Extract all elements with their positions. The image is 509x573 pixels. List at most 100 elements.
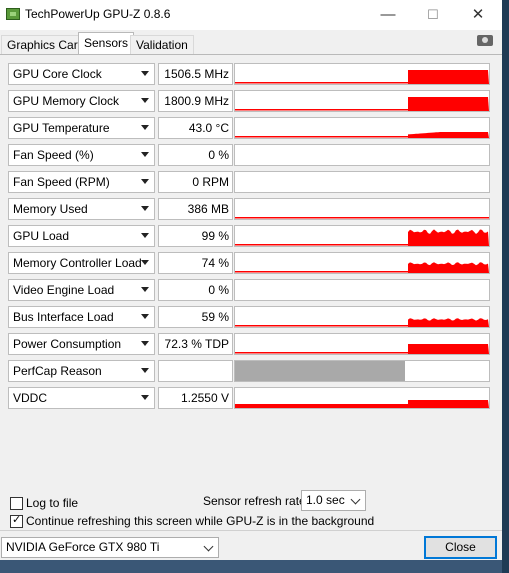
sensor-name-dropdown[interactable]: GPU Memory Clock: [8, 90, 155, 112]
dropdown-arrow-icon: [141, 233, 149, 238]
dropdown-arrow-icon: [141, 314, 149, 319]
maximize-button[interactable]: ☐: [413, 4, 453, 26]
tab-validation[interactable]: Validation: [130, 35, 194, 54]
sensor-graph: [234, 387, 490, 409]
sensor-value: [158, 360, 233, 382]
dropdown-arrow-icon: [141, 260, 149, 265]
sensor-name-dropdown[interactable]: GPU Core Clock: [8, 63, 155, 85]
sensor-name-dropdown[interactable]: GPU Temperature: [8, 117, 155, 139]
sensor-row: VDDC 1.2550 V: [8, 387, 492, 409]
sensor-name-dropdown[interactable]: PerfCap Reason: [8, 360, 155, 382]
refresh-rate-select[interactable]: 1.0 sec: [301, 490, 366, 511]
chevron-down-icon: [203, 541, 214, 552]
sensor-graph: [234, 144, 490, 166]
sensor-graph: [234, 225, 490, 247]
close-window-button[interactable]: ✕: [458, 4, 498, 26]
sensor-graph: [234, 252, 490, 274]
sensor-graph: [234, 63, 490, 85]
sensor-graph: [234, 360, 490, 382]
sensor-name-dropdown[interactable]: Memory Used: [8, 198, 155, 220]
sensor-name-dropdown[interactable]: Bus Interface Load: [8, 306, 155, 328]
sensor-name-dropdown[interactable]: Memory Controller Load: [8, 252, 155, 274]
gpuz-app-icon: [6, 8, 20, 20]
gpu-select-value: NVIDIA GeForce GTX 980 Ti: [6, 540, 160, 554]
sensor-row: Fan Speed (RPM) 0 RPM: [8, 171, 492, 193]
sensor-name-dropdown[interactable]: GPU Load: [8, 225, 155, 247]
sensor-name-label: GPU Core Clock: [13, 67, 102, 81]
sensor-value: 386 MB: [158, 198, 233, 220]
dropdown-arrow-icon: [141, 125, 149, 130]
dropdown-arrow-icon: [141, 152, 149, 157]
chevron-down-icon: [350, 494, 361, 505]
sensor-value: 43.0 °C: [158, 117, 233, 139]
continue-refresh-checkbox[interactable]: [10, 513, 23, 528]
camera-icon[interactable]: [477, 35, 493, 46]
minimize-button[interactable]: —: [368, 4, 408, 26]
sensor-row: Power Consumption 72.3 % TDP: [8, 333, 492, 355]
sensor-value: 72.3 % TDP: [158, 333, 233, 355]
sensor-row: Memory Controller Load 74 %: [8, 252, 492, 274]
sensor-graph: [234, 171, 490, 193]
sensor-graph: [234, 117, 490, 139]
sensor-name-label: Memory Used: [13, 202, 88, 216]
log-to-file-label: Log to file: [26, 496, 79, 510]
tab-bar: Graphics Card Sensors Validation: [0, 32, 502, 55]
refresh-rate-value: 1.0 sec: [306, 493, 345, 507]
sensor-row: Bus Interface Load 59 %: [8, 306, 492, 328]
log-to-file-checkbox[interactable]: [10, 497, 23, 510]
dropdown-arrow-icon: [141, 98, 149, 103]
sensor-row: GPU Load 99 %: [8, 225, 492, 247]
sensor-graph: [234, 198, 490, 220]
footer-divider: [0, 530, 502, 531]
sensor-value: 0 %: [158, 279, 233, 301]
sensor-name-label: PerfCap Reason: [13, 364, 102, 378]
sensor-value: 99 %: [158, 225, 233, 247]
dropdown-arrow-icon: [141, 395, 149, 400]
sensor-graph: [234, 333, 490, 355]
tab-graphics-card[interactable]: Graphics Card: [1, 35, 91, 54]
sensor-name-label: Video Engine Load: [13, 283, 115, 297]
refresh-rate-label: Sensor refresh rate:: [203, 494, 310, 508]
dropdown-arrow-icon: [141, 287, 149, 292]
sensor-name-label: Bus Interface Load: [13, 310, 114, 324]
sensor-row: Memory Used 386 MB: [8, 198, 492, 220]
sensor-name-label: GPU Temperature: [13, 121, 110, 135]
sensor-name-label: VDDC: [13, 391, 48, 405]
sensor-name-dropdown[interactable]: Power Consumption: [8, 333, 155, 355]
sensor-value: 59 %: [158, 306, 233, 328]
dropdown-arrow-icon: [141, 206, 149, 211]
sensor-value: 1506.5 MHz: [158, 63, 233, 85]
sensor-name-label: Fan Speed (%): [13, 148, 94, 162]
desktop-background: [0, 560, 509, 573]
sensor-value: 0 %: [158, 144, 233, 166]
sensor-name-label: Memory Controller Load: [13, 256, 142, 270]
gpu-select[interactable]: NVIDIA GeForce GTX 980 Ti: [1, 537, 219, 558]
sensor-name-label: Fan Speed (RPM): [13, 175, 110, 189]
dropdown-arrow-icon: [141, 341, 149, 346]
dropdown-arrow-icon: [141, 71, 149, 76]
sensor-name-label: GPU Memory Clock: [13, 94, 120, 108]
sensor-row: Fan Speed (%) 0 %: [8, 144, 492, 166]
close-button[interactable]: Close: [424, 536, 497, 559]
sensor-name-dropdown[interactable]: Fan Speed (RPM): [8, 171, 155, 193]
gpuz-window: TechPowerUp GPU-Z 0.8.6 — ☐ ✕ Graphics C…: [0, 0, 503, 561]
sensor-value: 74 %: [158, 252, 233, 274]
sensor-row: Video Engine Load 0 %: [8, 279, 492, 301]
sensor-row: GPU Memory Clock 1800.9 MHz: [8, 90, 492, 112]
sensor-row: GPU Core Clock 1506.5 MHz: [8, 63, 492, 85]
window-title: TechPowerUp GPU-Z 0.8.6: [25, 7, 171, 21]
sensor-name-dropdown[interactable]: VDDC: [8, 387, 155, 409]
sensor-graph: [234, 306, 490, 328]
dropdown-arrow-icon: [141, 179, 149, 184]
sensor-row: PerfCap Reason: [8, 360, 492, 382]
sensor-name-dropdown[interactable]: Video Engine Load: [8, 279, 155, 301]
title-bar: TechPowerUp GPU-Z 0.8.6 — ☐ ✕: [0, 0, 502, 30]
sensor-graph: [234, 90, 490, 112]
tab-sensors[interactable]: Sensors: [78, 32, 135, 55]
sensor-value: 1.2550 V: [158, 387, 233, 409]
sensor-row: GPU Temperature 43.0 °C: [8, 117, 492, 139]
dropdown-arrow-icon: [141, 368, 149, 373]
sensor-name-dropdown[interactable]: Fan Speed (%): [8, 144, 155, 166]
sensor-value: 1800.9 MHz: [158, 90, 233, 112]
desktop-background-right: [502, 0, 509, 573]
